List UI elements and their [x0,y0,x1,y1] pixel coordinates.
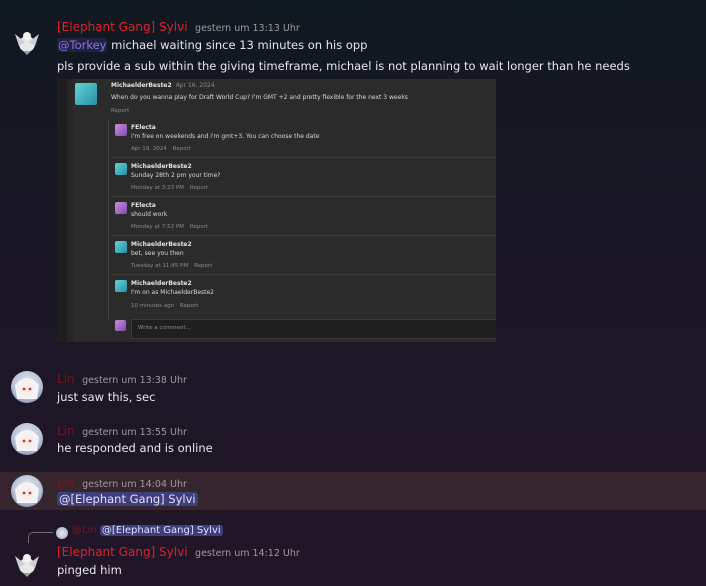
reply-text: bet, see you then [131,250,184,257]
user-avatar[interactable] [11,371,43,403]
post-text: When do you wanna play for Draft World C… [111,94,408,101]
timestamp: gestern um 13:55 Uhr [82,427,187,438]
reply-author: MichaelderBeste2 [131,163,192,170]
reply-avatar [56,527,68,539]
reply-author: MichaelderBeste2 [131,280,192,287]
reply-meta: Apr 19, 2024 Report [131,146,191,152]
reply-meta: Monday at 3:23 PM Report [131,185,209,191]
reply-text: Sunday 28th 2 pm your time? [131,172,221,179]
user-avatar[interactable] [11,24,43,56]
reply-avatar [115,280,127,292]
report-link[interactable]: Report [111,108,129,114]
message-line: michael waiting since 13 minutes on his … [111,38,368,52]
reply-reference[interactable]: @Lin @[Elephant Gang] Sylvi [72,525,223,536]
thread-line [108,119,109,319]
username[interactable]: [Elephant Gang] Sylvi [57,545,188,559]
reply-text: should work [131,211,168,218]
message-text: he responded and is online [57,441,213,455]
comment-input[interactable]: Write a comment... [131,319,496,339]
attached-screenshot[interactable]: MichaelderBeste2 Apr 16, 2024 When do you… [57,79,496,342]
timestamp: gestern um 14:04 Uhr [82,479,187,490]
message-text: just saw this, sec [57,390,156,404]
divider [111,196,496,197]
divider [111,274,496,275]
reply-text: i'm free on weekends and i'm gmt+3. You … [131,133,320,140]
reply-avatar [115,241,127,253]
divider [111,157,496,158]
reply-author: FElecta [131,124,156,131]
anime-avatar-icon [15,482,39,503]
anime-avatar-icon [15,378,39,399]
user-avatar[interactable] [11,546,43,578]
divider [111,235,496,236]
commenter-avatar [115,320,126,331]
user-mention[interactable]: @Torkey [57,38,108,52]
reply-meta: Tuesday at 11:45 PM Report [131,263,213,269]
message-line: pls provide a sub within the giving time… [57,59,630,73]
post-avatar [75,83,97,105]
bird-avatar-icon [15,32,39,55]
user-avatar[interactable] [11,475,43,507]
username[interactable]: Lin [57,424,75,438]
message-text: pinged him [57,563,122,577]
reply-text: I'm on as MichaelderBeste2 [131,289,215,296]
user-mention[interactable]: @[Elephant Gang] Sylvi [57,492,198,506]
message-header: [Elephant Gang] Sylvi gestern um 13:13 U… [57,20,300,34]
message-header: [Elephant Gang] Sylvi gestern um 14:12 U… [57,545,300,559]
timestamp: gestern um 13:38 Uhr [82,375,187,386]
anime-avatar-icon [15,430,39,451]
reply-avatar [115,202,127,214]
timestamp: gestern um 14:12 Uhr [195,548,300,559]
username[interactable]: Lin [57,372,75,386]
user-avatar[interactable] [11,423,43,455]
embed-border [57,79,67,342]
message-text: @Torkey michael waiting since 13 minutes… [57,38,367,52]
username[interactable]: [Elephant Gang] Sylvi [57,20,188,34]
reply-avatar [115,124,127,136]
reply-meta: Monday at 7:52 PM Report [131,224,209,230]
post-author: MichaelderBeste2 Apr 16, 2024 [111,82,215,89]
username[interactable]: Lin [57,476,75,490]
reply-meta: 10 minutes ago Report [131,303,199,309]
reply-author: MichaelderBeste2 [131,241,192,248]
reply-author: FElecta [131,202,156,209]
message-header: Lin gestern um 13:55 Uhr [57,424,187,438]
bird-avatar-icon [15,554,39,577]
timestamp: gestern um 13:13 Uhr [195,23,300,34]
message-text: @[Elephant Gang] Sylvi [57,492,198,506]
reply-avatar [115,163,127,175]
embed-border [67,79,73,342]
message-header: Lin gestern um 13:38 Uhr [57,372,187,386]
comment-placeholder: Write a comment... [138,325,191,331]
message-header: Lin gestern um 14:04 Uhr [57,476,187,490]
reply-connector [28,532,53,543]
